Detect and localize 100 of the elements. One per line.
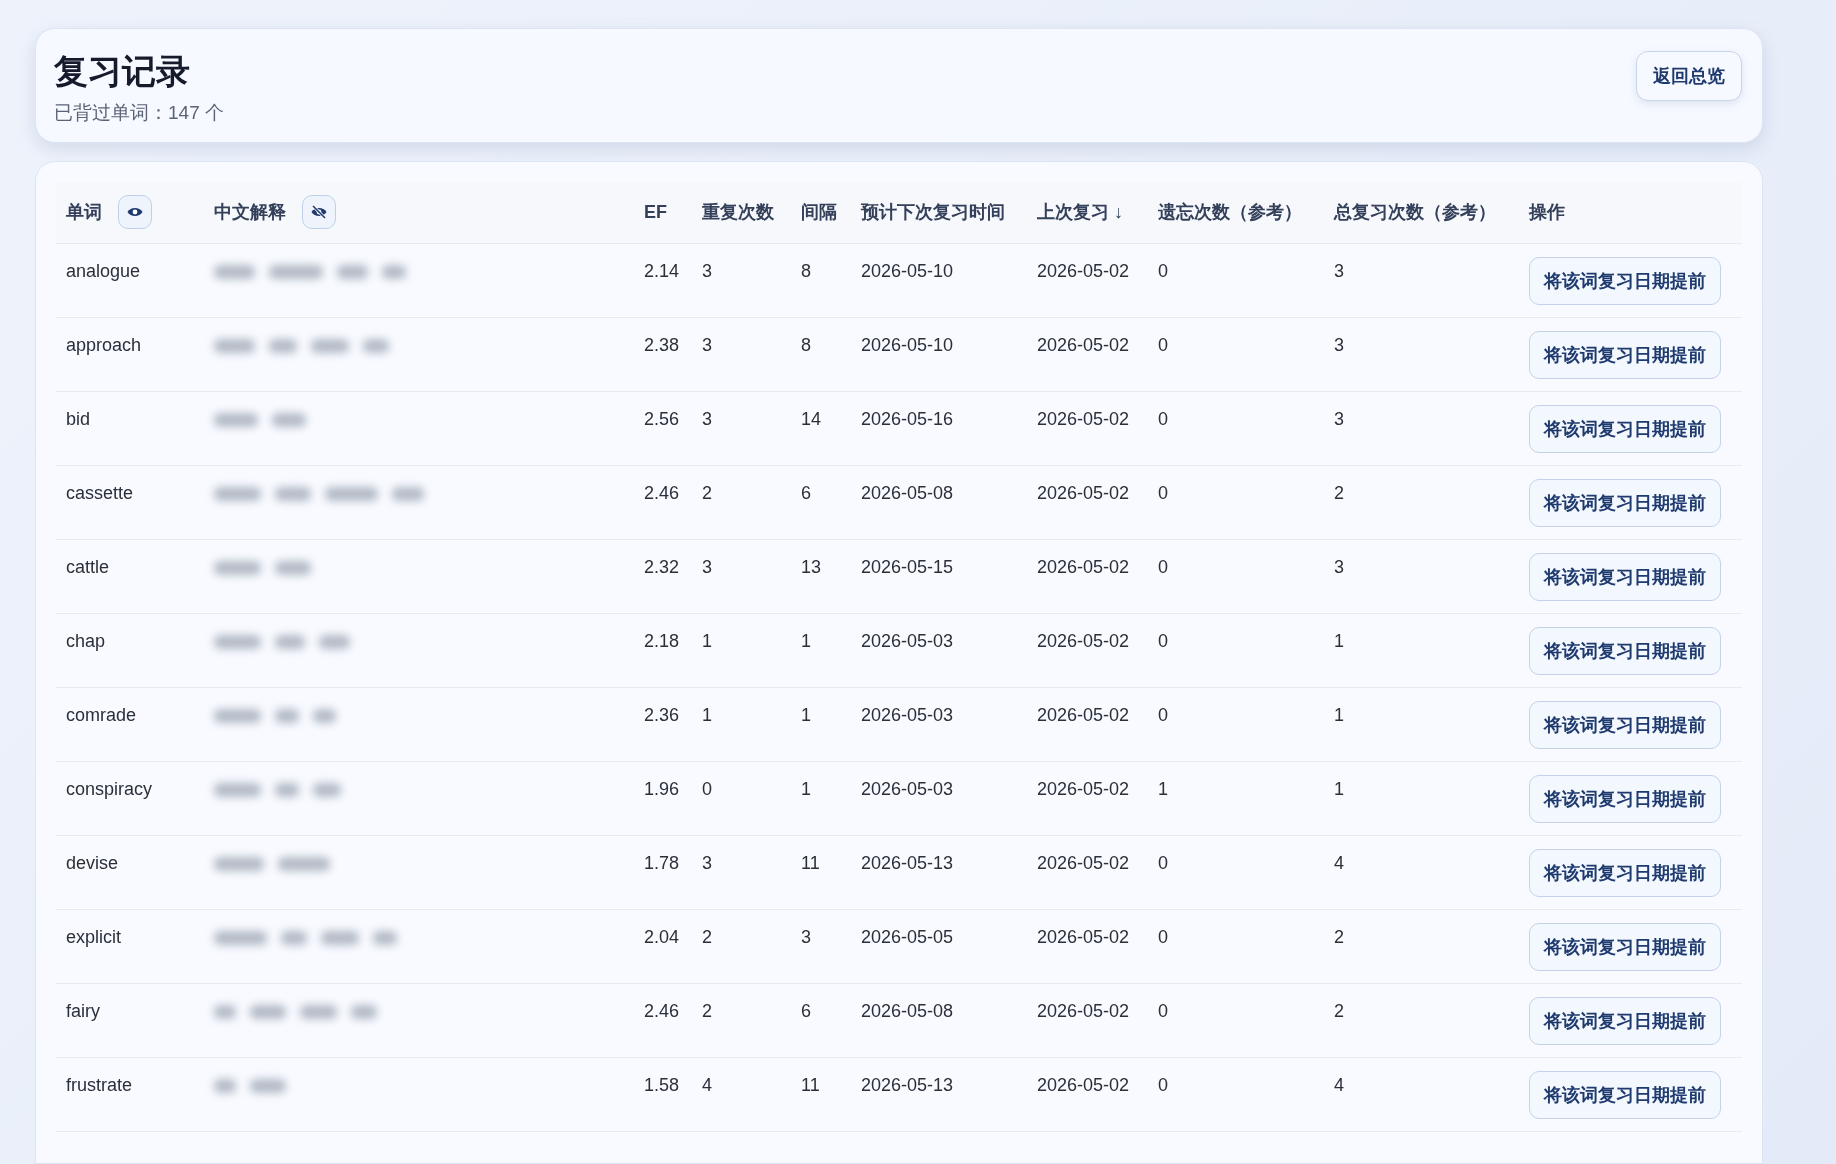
table-cell-text: 2026-05-02 — [1037, 555, 1131, 579]
table-cell-text: 0 — [1158, 629, 1169, 653]
table-cell-text: 4 — [1334, 851, 1345, 875]
word-cell-text: comrade — [66, 703, 138, 727]
table-cell-text: 4 — [1334, 1073, 1345, 1097]
table-cell-text: 11 — [801, 1073, 821, 1097]
table-cell-text: 0 — [1158, 333, 1169, 357]
table-cell-text: 0 — [702, 777, 713, 801]
table-cell-text: 2026-05-02 — [1037, 407, 1131, 431]
advance-review-button[interactable]: 将该词复习日期提前 — [1529, 700, 1721, 749]
word-cell-text: frustrate — [66, 1073, 134, 1097]
table-cell-text: 6 — [801, 999, 812, 1023]
table-cell-text: 1 — [1158, 777, 1169, 801]
table-cell-text: 8 — [801, 333, 812, 357]
advance-review-button[interactable]: 将该词复习日期提前 — [1529, 848, 1721, 897]
advance-review-button[interactable]: 将该词复习日期提前 — [1529, 256, 1721, 305]
table-cell-text: 2026-05-08 — [861, 481, 955, 505]
table-cell-text: 1 — [801, 703, 812, 727]
word-cell-text: chap — [66, 629, 107, 653]
advance-review-button[interactable]: 将该词复习日期提前 — [1529, 922, 1721, 971]
column-header: 重复次数 — [702, 201, 774, 225]
table-cell-text: 2026-05-02 — [1037, 259, 1131, 283]
table-cell-text: 0 — [1158, 259, 1169, 283]
table-cell-text: 6 — [801, 481, 812, 505]
word-cell-text: bid — [66, 407, 92, 431]
advance-review-button[interactable]: 将该词复习日期提前 — [1529, 404, 1721, 453]
advance-review-button[interactable]: 将该词复习日期提前 — [1529, 552, 1721, 601]
word-cell-text: conspiracy — [66, 777, 154, 801]
table-cell-text: 1 — [801, 629, 812, 653]
table-cell-text: 2026-05-03 — [861, 629, 955, 653]
table-cell-text: 2026-05-02 — [1037, 1073, 1131, 1097]
table-cell-text: 11 — [801, 851, 821, 875]
table-cell-text: 2.38 — [644, 333, 681, 357]
advance-review-button[interactable]: 将该词复习日期提前 — [1529, 996, 1721, 1045]
column-header: 遗忘次数（参考） — [1158, 201, 1302, 225]
table-cell-text: 2.46 — [644, 481, 681, 505]
table-cell-text: 2.14 — [644, 259, 681, 283]
table-cell-text: 2 — [1334, 481, 1345, 505]
table-cell-text: 1.96 — [644, 777, 681, 801]
advance-review-button[interactable]: 将该词复习日期提前 — [1529, 774, 1721, 823]
table-cell-text: 2026-05-02 — [1037, 481, 1131, 505]
column-header: 操作 — [1529, 201, 1565, 225]
back-button[interactable]: 返回总览 — [1636, 51, 1742, 101]
table-cell-text: 2.18 — [644, 629, 681, 653]
table-cell-text: 2026-05-03 — [861, 777, 955, 801]
column-header: 上次复习 ↓ — [1037, 201, 1123, 225]
table-cell-text: 1 — [702, 629, 713, 653]
word-cell-text: devise — [66, 851, 120, 875]
advance-review-button[interactable]: 将该词复习日期提前 — [1529, 330, 1721, 379]
table-cell-text: 3 — [1334, 555, 1345, 579]
table-cell-text: 2026-05-10 — [861, 333, 955, 357]
table-cell-text: 1.58 — [644, 1073, 681, 1097]
column-header: 单词 — [66, 201, 102, 225]
advance-review-button[interactable]: 将该词复习日期提前 — [1529, 626, 1721, 675]
table-cell-text: 2.32 — [644, 555, 681, 579]
table-cell-text: 1 — [801, 777, 812, 801]
word-cell-text: cassette — [66, 481, 135, 505]
table-cell-text: 1.78 — [644, 851, 681, 875]
table-cell-text: 3 — [702, 333, 713, 357]
table-cell-text: 3 — [702, 259, 713, 283]
table-cell-text: 2026-05-13 — [861, 851, 955, 875]
table-cell-text: 2.04 — [644, 925, 681, 949]
word-cell-text: explicit — [66, 925, 123, 949]
table-cell-text: 0 — [1158, 999, 1169, 1023]
table-cell-text: 0 — [1158, 851, 1169, 875]
column-header: 总复习次数（参考） — [1334, 201, 1496, 225]
column-header: 预计下次复习时间 — [861, 201, 1005, 225]
table-cell-text: 3 — [702, 555, 713, 579]
word-count: 已背过单词：147 个 — [54, 100, 224, 125]
table-cell-text: 2026-05-15 — [861, 555, 955, 579]
table-cell-text: 3 — [801, 925, 812, 949]
table-cell-text: 14 — [801, 407, 823, 431]
advance-review-button[interactable]: 将该词复习日期提前 — [1529, 1070, 1721, 1119]
word-cell-text: fairy — [66, 999, 101, 1023]
table-cell-text: 2 — [702, 925, 713, 949]
eye-icon[interactable] — [118, 195, 152, 230]
table-cell-text: 2 — [1334, 999, 1345, 1023]
table-cell-text: 1 — [702, 703, 713, 727]
table-cell-text: 1 — [1334, 629, 1345, 653]
advance-review-button[interactable]: 将该词复习日期提前 — [1529, 478, 1721, 527]
table-cell-text: 2 — [702, 999, 713, 1023]
table-cell-text: 2.56 — [644, 407, 681, 431]
table-cell-text: 3 — [702, 851, 713, 875]
table-cell-text: 0 — [1158, 555, 1169, 579]
table-cell-text: 0 — [1158, 481, 1169, 505]
table-cell-text: 2026-05-13 — [861, 1073, 955, 1097]
table-cell-text: 1 — [1334, 703, 1345, 727]
table-cell-text: 2.46 — [644, 999, 681, 1023]
word-cell-text: analogue — [66, 259, 142, 283]
table-cell-text: 2026-05-02 — [1037, 703, 1131, 727]
column-header: 中文解释 — [214, 201, 286, 225]
table-cell-text: 2.36 — [644, 703, 681, 727]
table-cell-text: 3 — [1334, 407, 1345, 431]
table-cell-text: 2 — [702, 481, 713, 505]
table-cell-text: 4 — [702, 1073, 713, 1097]
table-cell-text: 1 — [1334, 777, 1345, 801]
table-cell-text: 2026-05-16 — [861, 407, 955, 431]
eye-slash-icon[interactable] — [302, 195, 336, 230]
word-cell-text: approach — [66, 333, 143, 357]
table-cell-text: 0 — [1158, 703, 1169, 727]
